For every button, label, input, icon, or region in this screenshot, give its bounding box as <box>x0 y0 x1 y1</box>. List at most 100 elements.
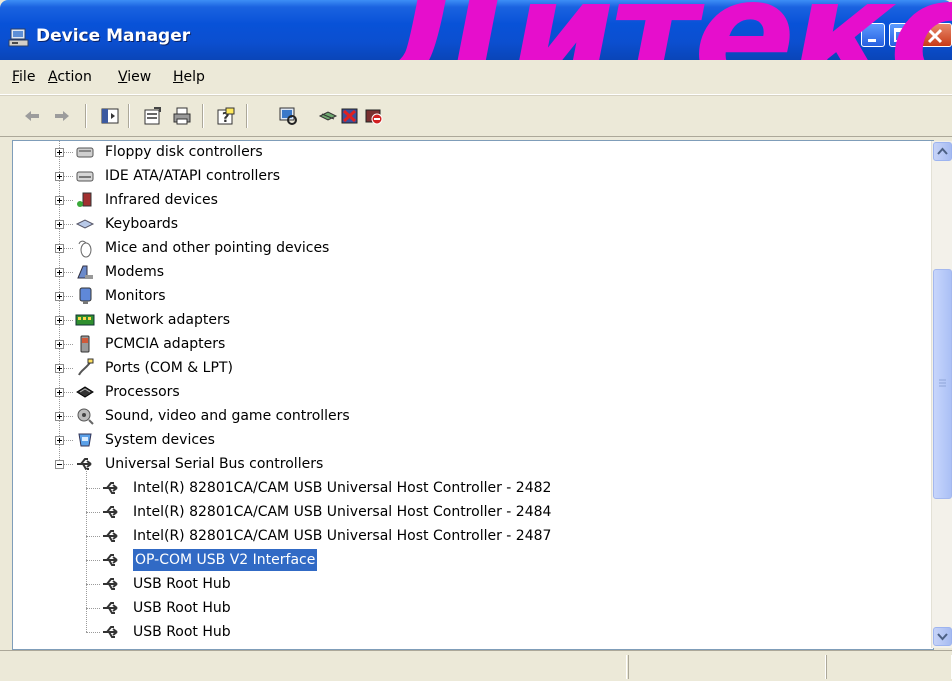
expand-toggle[interactable] <box>55 388 64 397</box>
minimize-button[interactable] <box>861 23 885 47</box>
usb-device-row[interactable]: USB Root Hub <box>13 597 913 619</box>
expand-toggle[interactable] <box>55 412 64 421</box>
menu-help[interactable]: Help <box>173 69 205 85</box>
selected-device-label: OP-COM USB V2 Interface <box>131 548 319 572</box>
tree-category-label: Modems <box>105 264 165 280</box>
scan-hardware-icon[interactable] <box>278 106 298 126</box>
update-driver-icon[interactable] <box>318 106 338 126</box>
tree-connector-line <box>86 608 100 610</box>
expand-toggle[interactable] <box>55 148 64 157</box>
close-button[interactable] <box>918 23 952 47</box>
tree-category-label: Ports (COM & LPT) <box>105 360 233 376</box>
tree-connector-line <box>86 560 100 562</box>
usb-icon <box>75 454 95 474</box>
expand-toggle[interactable] <box>55 244 64 253</box>
device-manager-icon <box>8 28 30 48</box>
tree-connector-line <box>86 632 100 634</box>
usb-icon <box>101 574 121 594</box>
usb-device-row[interactable]: Intel(R) 82801CA/CAM USB Universal Host … <box>13 525 913 547</box>
tree-category-row[interactable]: Sound, video and game controllers <box>13 405 913 427</box>
usb-device-row[interactable]: USB Root Hub <box>13 573 913 595</box>
tree-category-row[interactable]: Processors <box>13 381 913 403</box>
tree-connector-line <box>86 512 100 514</box>
expand-toggle[interactable] <box>55 172 64 181</box>
tree-connector-line <box>86 488 100 490</box>
print-icon[interactable] <box>172 106 192 126</box>
scroll-thumb[interactable] <box>933 269 952 499</box>
tree-category-row[interactable]: Keyboards <box>13 213 913 235</box>
tree-category-label: Sound, video and game controllers <box>105 408 350 424</box>
expand-toggle[interactable] <box>55 196 64 205</box>
expand-toggle[interactable] <box>55 340 64 349</box>
tree-category-row[interactable]: Floppy disk controllers <box>13 141 913 163</box>
toolbar: ? <box>0 95 952 137</box>
usb-device-label: USB Root Hub <box>133 576 231 592</box>
menu-view[interactable]: View <box>118 69 151 85</box>
usb-device-label: Intel(R) 82801CA/CAM USB Universal Host … <box>133 480 552 496</box>
uninstall-icon[interactable] <box>340 106 360 126</box>
back-arrow-icon[interactable] <box>22 106 42 126</box>
collapse-toggle[interactable] <box>55 460 64 469</box>
scroll-down-button[interactable] <box>933 627 952 646</box>
tree-category-row[interactable]: Modems <box>13 261 913 283</box>
tree-category-row[interactable]: Monitors <box>13 285 913 307</box>
show-hide-console-tree-icon[interactable] <box>100 106 120 126</box>
tree-category-row[interactable]: Network adapters <box>13 309 913 331</box>
tree-category-row[interactable]: System devices <box>13 429 913 451</box>
menu-action[interactable]: Action <box>48 69 92 85</box>
help-icon[interactable]: ? <box>216 106 236 126</box>
forward-arrow-icon[interactable] <box>52 106 72 126</box>
keyboard-icon <box>75 214 95 234</box>
usb-icon <box>101 550 121 570</box>
usb-device-row[interactable]: Intel(R) 82801CA/CAM USB Universal Host … <box>13 477 913 499</box>
toolbar-separator <box>128 104 130 128</box>
usb-icon <box>101 478 121 498</box>
usb-device-label: USB Root Hub <box>133 624 231 640</box>
sound-icon <box>75 406 95 426</box>
expand-toggle[interactable] <box>55 436 64 445</box>
usb-device-row[interactable]: USB Root Hub <box>13 621 913 643</box>
tree-connector-line <box>86 536 100 538</box>
tree-category-row[interactable]: PCMCIA adapters <box>13 333 913 355</box>
tree-category-row[interactable]: Ports (COM & LPT) <box>13 357 913 379</box>
processor-icon <box>75 382 95 402</box>
vertical-scrollbar[interactable] <box>931 141 952 648</box>
scroll-up-button[interactable] <box>933 142 952 161</box>
tree-category-row[interactable]: Universal Serial Bus controllers <box>13 453 913 475</box>
usb-icon <box>101 622 121 642</box>
tree-category-label: Network adapters <box>105 312 230 328</box>
tree-category-label: Processors <box>105 384 180 400</box>
modem-icon <box>75 262 95 282</box>
disable-icon[interactable] <box>364 106 384 126</box>
tree-connector-line <box>86 584 100 586</box>
expand-toggle[interactable] <box>55 220 64 229</box>
monitor-icon <box>75 286 95 306</box>
usb-icon <box>101 598 121 618</box>
status-panel-3 <box>826 655 952 679</box>
expand-toggle[interactable] <box>55 364 64 373</box>
usb-device-row[interactable]: OP-COM USB V2 Interface <box>13 548 913 572</box>
infrared-icon <box>75 190 95 210</box>
ide-controller-icon <box>75 166 95 186</box>
port-icon <box>75 358 95 378</box>
usb-device-label: Intel(R) 82801CA/CAM USB Universal Host … <box>133 504 552 520</box>
expand-toggle[interactable] <box>55 292 64 301</box>
expand-toggle[interactable] <box>55 316 64 325</box>
network-adapter-icon <box>75 310 95 330</box>
tree-category-label: Monitors <box>105 288 166 304</box>
menu-file[interactable]: File <box>12 69 35 85</box>
tree-category-row[interactable]: IDE ATA/ATAPI controllers <box>13 165 913 187</box>
pcmcia-icon <box>75 334 95 354</box>
title-bar[interactable]: Device Manager <box>0 0 952 60</box>
usb-device-row[interactable]: Intel(R) 82801CA/CAM USB Universal Host … <box>13 501 913 523</box>
tree-category-label: PCMCIA adapters <box>105 336 226 352</box>
device-tree[interactable]: Floppy disk controllers IDE ATA/ATAPI con… <box>12 140 934 650</box>
usb-icon <box>101 502 121 522</box>
maximize-button[interactable] <box>889 23 913 47</box>
tree-category-row[interactable]: Mice and other pointing devices <box>13 237 913 259</box>
tree-category-row[interactable]: Infrared devices <box>13 189 913 211</box>
properties-icon[interactable] <box>142 106 162 126</box>
window-title: Device Manager <box>36 26 191 46</box>
status-bar <box>0 650 952 681</box>
expand-toggle[interactable] <box>55 268 64 277</box>
